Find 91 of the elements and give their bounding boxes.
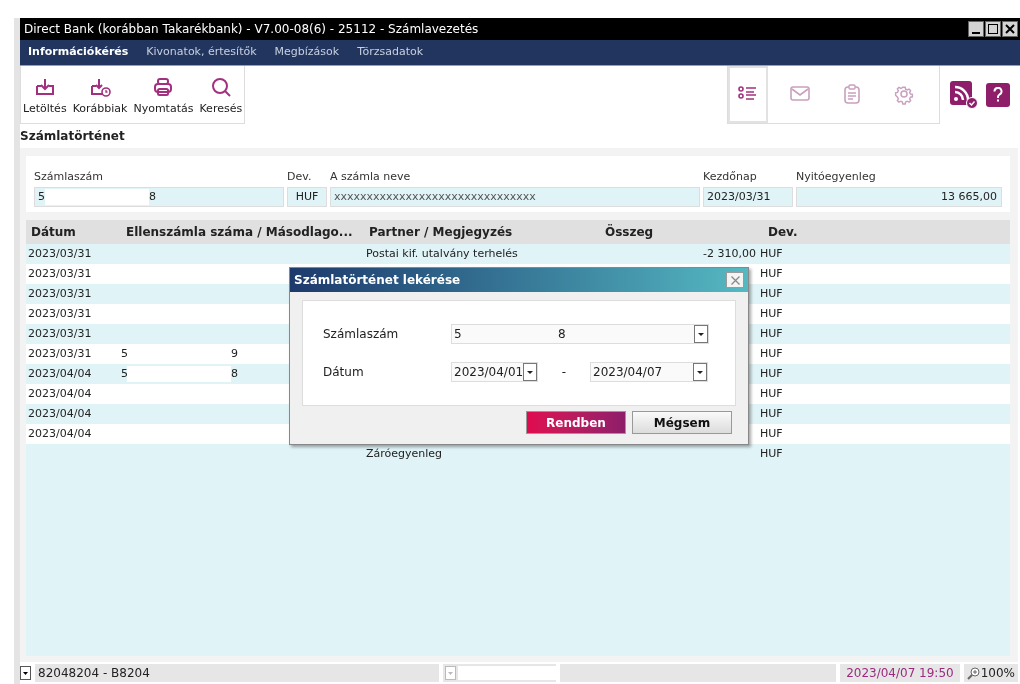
table-cell-text: HUF xyxy=(760,425,784,442)
table-cell-text: 5 xyxy=(121,365,127,382)
help-button[interactable] xyxy=(986,83,1010,107)
table-cell-text: HUF xyxy=(760,325,784,342)
toolbar-label: Nyomtatás xyxy=(133,100,194,117)
clipboard-icon xyxy=(841,84,863,105)
toolbar-button[interactable]: Nyomtatás xyxy=(133,76,194,117)
table-cell-text: Záróegyenleg xyxy=(365,445,444,462)
table-cell-text: 2023/03/31 xyxy=(27,245,93,262)
rss-status-button[interactable] xyxy=(950,81,978,109)
user-dropdown-button[interactable] xyxy=(20,666,31,680)
field-label: Dev. xyxy=(287,168,313,185)
maximize-icon xyxy=(988,24,998,34)
table-cell-text: 2023/03/31 xyxy=(27,325,93,342)
combo-value: 8 xyxy=(558,326,567,343)
account-number-field: 5 8 xyxy=(34,187,284,208)
cancel-button[interactable]: Mégsem xyxy=(632,411,732,434)
magnifier-icon xyxy=(966,666,980,680)
search-icon xyxy=(209,76,232,97)
start-date-field: 2023/03/31 xyxy=(703,187,793,208)
field-label: Számlaszám xyxy=(34,168,104,185)
table-cell-text: HUF xyxy=(760,445,784,462)
field-label: Dátum xyxy=(323,364,365,381)
table-cell-text: HUF xyxy=(760,385,784,402)
caret-icon xyxy=(523,363,537,381)
close-button[interactable] xyxy=(1002,21,1018,37)
opening-balance-field: 13 665,00 xyxy=(796,187,1002,208)
menu-item[interactable]: Megbízások xyxy=(274,44,340,61)
table-cell-text: 2023/04/04 xyxy=(27,385,93,402)
table-cell-text: 2023/03/31 xyxy=(27,345,93,362)
toolbar-button[interactable]: Keresés xyxy=(199,76,243,117)
toolbar-button[interactable]: Letöltés xyxy=(23,76,67,117)
date-from-combo[interactable]: 2023/04/01 xyxy=(451,362,538,382)
minimize-button[interactable] xyxy=(968,21,984,37)
toolbar-label: Korábbiak xyxy=(72,100,128,117)
printer-icon xyxy=(152,76,175,97)
table-cell-text: 2023/04/04 xyxy=(27,425,93,442)
toolbar-label: Keresés xyxy=(199,100,243,117)
settings-icon xyxy=(893,84,915,105)
field-label: Kezdőnap xyxy=(703,168,758,185)
caret-icon xyxy=(694,325,708,343)
table-cell-text: 5 xyxy=(121,345,127,362)
menu-item[interactable]: Kivonatok, értesítők xyxy=(146,44,257,61)
window-title: Direct Bank (korábban Takarékbank) - V7.00-08(6) - 25112 - Számlavezetés xyxy=(24,21,479,38)
zoom-text: 100% xyxy=(980,665,1015,682)
ok-button[interactable]: Rendben xyxy=(526,411,626,434)
minimize-icon xyxy=(972,32,980,34)
feed-check-icon xyxy=(950,81,978,109)
section-title: Számlatörténet xyxy=(20,128,125,145)
table-cell-text: HUF xyxy=(760,365,784,382)
account-combo[interactable]: 5 8 xyxy=(451,324,709,344)
user-field: 82048204 - B8204 xyxy=(35,664,439,682)
table-cell-text: 2023/03/31 xyxy=(27,285,93,302)
table-cell-text: 2023/04/04 xyxy=(27,405,93,422)
view-tab[interactable] xyxy=(728,66,768,123)
maximize-button[interactable] xyxy=(985,21,1001,37)
table-cell-text: HUF xyxy=(760,305,784,322)
table-cell-text: 2023/03/31 xyxy=(27,265,93,282)
dialog-title: Számlatörténet lekérése xyxy=(294,272,461,289)
menu-item[interactable]: Információkérés xyxy=(28,44,129,61)
table-cell-text: HUF xyxy=(760,405,784,422)
account-name-field: xxxxxxxxxxxxxxxxxxxxxxxxxxxxxxx xyxy=(330,187,700,208)
field-label: Számlaszám xyxy=(323,326,400,343)
help-icon xyxy=(993,87,1003,103)
table-cell-text: HUF xyxy=(760,265,784,282)
caret-icon xyxy=(445,666,456,680)
table-cell-text: Postai kif. utalvány terhelés xyxy=(365,245,519,262)
table-cell-text: 2023/03/31 xyxy=(27,305,93,322)
field-label: Nyitóegyenleg xyxy=(796,168,877,185)
table-cell-text: HUF xyxy=(760,345,784,362)
currency-field: HUF xyxy=(287,187,327,208)
download-clock-icon xyxy=(89,76,111,97)
table-cell-text: 8 xyxy=(231,365,238,382)
table-cell-text: 2023/04/04 xyxy=(27,365,93,382)
close-icon xyxy=(1005,24,1015,34)
field-label: A számla neve xyxy=(330,168,412,185)
datetime-text: 2023/04/07 19:50 xyxy=(840,664,960,682)
caret-icon xyxy=(693,363,707,381)
caret-icon xyxy=(23,671,28,675)
menu-item[interactable]: Törzsadatok xyxy=(357,44,424,61)
date-to-combo[interactable]: 2023/04/07 xyxy=(590,362,708,382)
table-cell-text: 9 xyxy=(231,345,238,362)
table-cell-text: HUF xyxy=(760,285,784,302)
table-cell-text: HUF xyxy=(760,245,784,262)
download-icon xyxy=(33,76,56,97)
toolbar-button[interactable]: Korábbiak xyxy=(72,76,128,117)
close-icon xyxy=(730,275,740,285)
combo-value: 5 xyxy=(454,326,463,343)
table-cell-text: -2 310,00 xyxy=(702,245,757,262)
date-separator: - xyxy=(560,364,568,381)
toolbar-label: Letöltés xyxy=(23,100,67,117)
